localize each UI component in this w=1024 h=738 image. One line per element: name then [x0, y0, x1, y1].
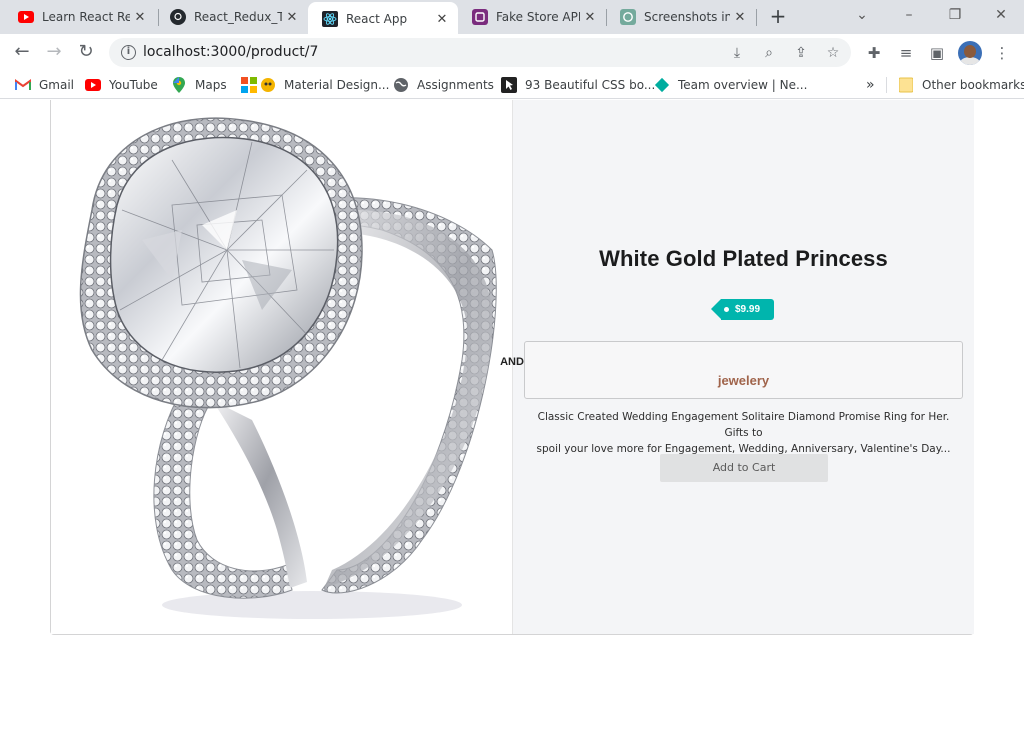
tab-label: Learn React Red — [42, 10, 130, 24]
gmail-icon — [15, 77, 31, 93]
zoom-icon[interactable]: ⌕ — [759, 43, 779, 63]
tab-label: React App — [346, 12, 408, 26]
bookmark-label: Team overview | Ne... — [678, 78, 808, 92]
forward-icon[interactable]: → — [40, 39, 68, 67]
close-icon[interactable]: ✕ — [432, 12, 452, 27]
add-to-cart-button[interactable]: Add to Cart — [660, 454, 828, 482]
tab-screenshots[interactable]: Screenshots in V ✕ — [606, 0, 756, 34]
openai-icon — [620, 9, 636, 25]
tab-strip: Learn React Red ✕ React_Redux_Tu ✕ React… — [0, 0, 1024, 36]
diamond-icon — [654, 77, 670, 93]
product-category: jewelery — [717, 373, 770, 388]
tab-separator — [756, 9, 757, 26]
other-bookmarks-folder[interactable]: Other bookmarks — [898, 76, 1024, 94]
url-text[interactable]: localhost:3000/product/7 — [143, 44, 318, 60]
browser-toolbar: ← → ↻ i localhost:3000/product/7 ⤓ ⌕ ⇪ ☆… — [0, 34, 1024, 71]
avatar-face — [964, 45, 976, 58]
share-icon[interactable]: ⇪ — [791, 43, 811, 63]
vertical-divider-label: AND — [500, 356, 524, 368]
bookmarks-divider — [886, 77, 887, 93]
price-tag: $9.99 — [710, 299, 775, 320]
folder-icon — [898, 77, 914, 93]
tab-react-app[interactable]: React App ✕ — [308, 2, 458, 36]
product-info-column: White Gold Plated Princess $9.99 jeweler… — [513, 100, 974, 634]
bookmark-label: Material Design... — [284, 78, 390, 92]
media-control-icon[interactable]: ≡ — [895, 42, 917, 64]
tab-fake-store-api[interactable]: Fake Store API ✕ — [458, 0, 606, 34]
new-tab-button[interactable]: + — [766, 5, 790, 29]
reload-icon[interactable]: ↻ — [72, 39, 100, 67]
close-icon[interactable]: ✕ — [730, 10, 750, 25]
tab-label: Screenshots in V — [644, 10, 730, 24]
bookmark-team-overview[interactable]: Team overview | Ne... — [654, 76, 807, 94]
bookmarks-bar: Gmail YouTube Maps Material Design... As… — [0, 71, 1024, 99]
product-description: Classic Created Wedding Engagement Solit… — [525, 409, 962, 457]
category-box: jewelery — [524, 341, 963, 399]
product-card: White Gold Plated Princess $9.99 jeweler… — [50, 100, 974, 635]
address-bar[interactable]: i localhost:3000/product/7 ⤓ ⌕ ⇪ ☆ — [109, 38, 851, 67]
react-icon — [322, 11, 338, 27]
back-icon[interactable]: ← — [8, 39, 36, 67]
bookmark-label: Maps — [195, 78, 227, 92]
extensions-icon[interactable]: ✚ — [863, 42, 885, 64]
profile-avatar[interactable] — [958, 41, 982, 65]
tab-learn-react-redux[interactable]: Learn React Red ✕ — [4, 0, 156, 34]
site-info-icon[interactable]: i — [121, 45, 136, 60]
globe-icon — [393, 77, 409, 93]
youtube-icon — [85, 77, 101, 93]
tab-label: React_Redux_Tu — [194, 10, 282, 24]
description-line: Classic Created Wedding Engagement Solit… — [537, 411, 950, 439]
close-icon[interactable]: ✕ — [130, 10, 150, 25]
tab-label: Fake Store API — [496, 10, 580, 24]
bookmark-gmail[interactable]: Gmail — [15, 76, 74, 94]
page-content: White Gold Plated Princess $9.99 jeweler… — [0, 100, 1024, 738]
bookmark-label: YouTube — [109, 78, 158, 92]
bookmark-star-icon[interactable]: ☆ — [823, 43, 843, 63]
avatar-body — [960, 57, 980, 65]
tab-search-icon[interactable]: ⌄ — [848, 4, 876, 28]
bookmark-label: Assignments — [417, 78, 494, 92]
install-app-icon[interactable]: ⤓ — [727, 43, 747, 63]
material-design-icon — [260, 77, 276, 93]
bookmark-assignments[interactable]: Assignments — [393, 76, 494, 94]
cursor-icon — [501, 77, 517, 93]
product-title: White Gold Plated Princess — [599, 246, 888, 271]
diamond-ring-image — [62, 100, 502, 624]
tab-react-redux-tutorial[interactable]: React_Redux_Tu ✕ — [156, 0, 308, 34]
bookmark-label: Other bookmarks — [922, 78, 1024, 92]
bookmark-maps[interactable]: Maps — [171, 76, 227, 94]
bookmark-label: 93 Beautiful CSS bo... — [525, 78, 656, 92]
bookmark-material-design[interactable]: Material Design... — [241, 76, 389, 94]
bookmark-label: Gmail — [39, 78, 75, 92]
github-icon — [170, 9, 186, 25]
menu-kebab-icon[interactable]: ⋮ — [991, 42, 1013, 64]
bookmark-css-buttons[interactable]: 93 Beautiful CSS bo... — [501, 76, 655, 94]
restore-icon[interactable]: ❐ — [941, 4, 969, 28]
close-icon[interactable]: ✕ — [580, 10, 600, 25]
bookmarks-overflow-button[interactable]: » — [866, 76, 875, 94]
windows-grid-icon — [241, 77, 257, 93]
fakestore-icon — [472, 9, 488, 25]
product-image-column — [51, 100, 512, 634]
side-panel-icon[interactable]: ▣ — [926, 42, 948, 64]
youtube-icon — [18, 9, 34, 25]
bookmark-youtube[interactable]: YouTube — [85, 76, 158, 94]
close-icon[interactable]: ✕ — [282, 10, 302, 25]
close-window-icon[interactable]: ✕ — [987, 4, 1015, 28]
minimize-icon[interactable]: – — [895, 4, 923, 28]
maps-icon — [171, 77, 187, 93]
